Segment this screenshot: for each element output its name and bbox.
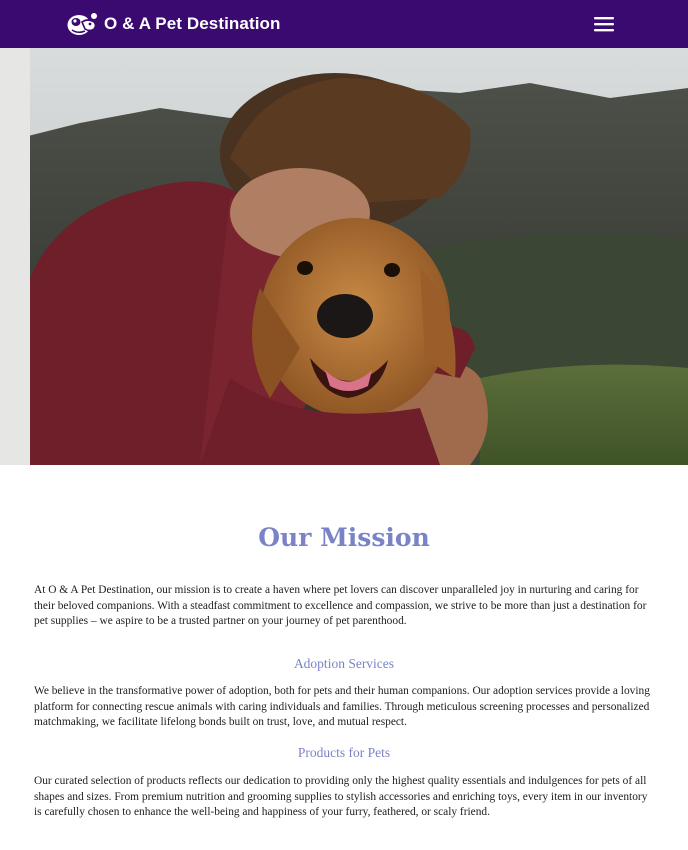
adoption-body: We believe in the transformative power o…: [34, 685, 650, 729]
mission-title: Our Mission: [258, 523, 430, 552]
hero-image: [0, 48, 688, 465]
top-navbar: O & A Pet Destination: [0, 0, 688, 48]
brand-link[interactable]: O & A Pet Destination: [66, 8, 281, 40]
brand-name: O & A Pet Destination: [104, 14, 281, 33]
mission-intro: At O & A Pet Destination, our mission is…: [34, 584, 647, 628]
pet-paw-logo-icon: [66, 10, 100, 38]
products-body: Our curated selection of products reflec…: [34, 775, 648, 819]
adoption-heading: Adoption Services: [293, 656, 395, 671]
man-hugging-dog-photo: [0, 48, 688, 465]
hamburger-menu-button[interactable]: [588, 9, 620, 39]
hamburger-menu-icon: [594, 17, 614, 32]
products-heading: Products for Pets: [297, 745, 391, 760]
